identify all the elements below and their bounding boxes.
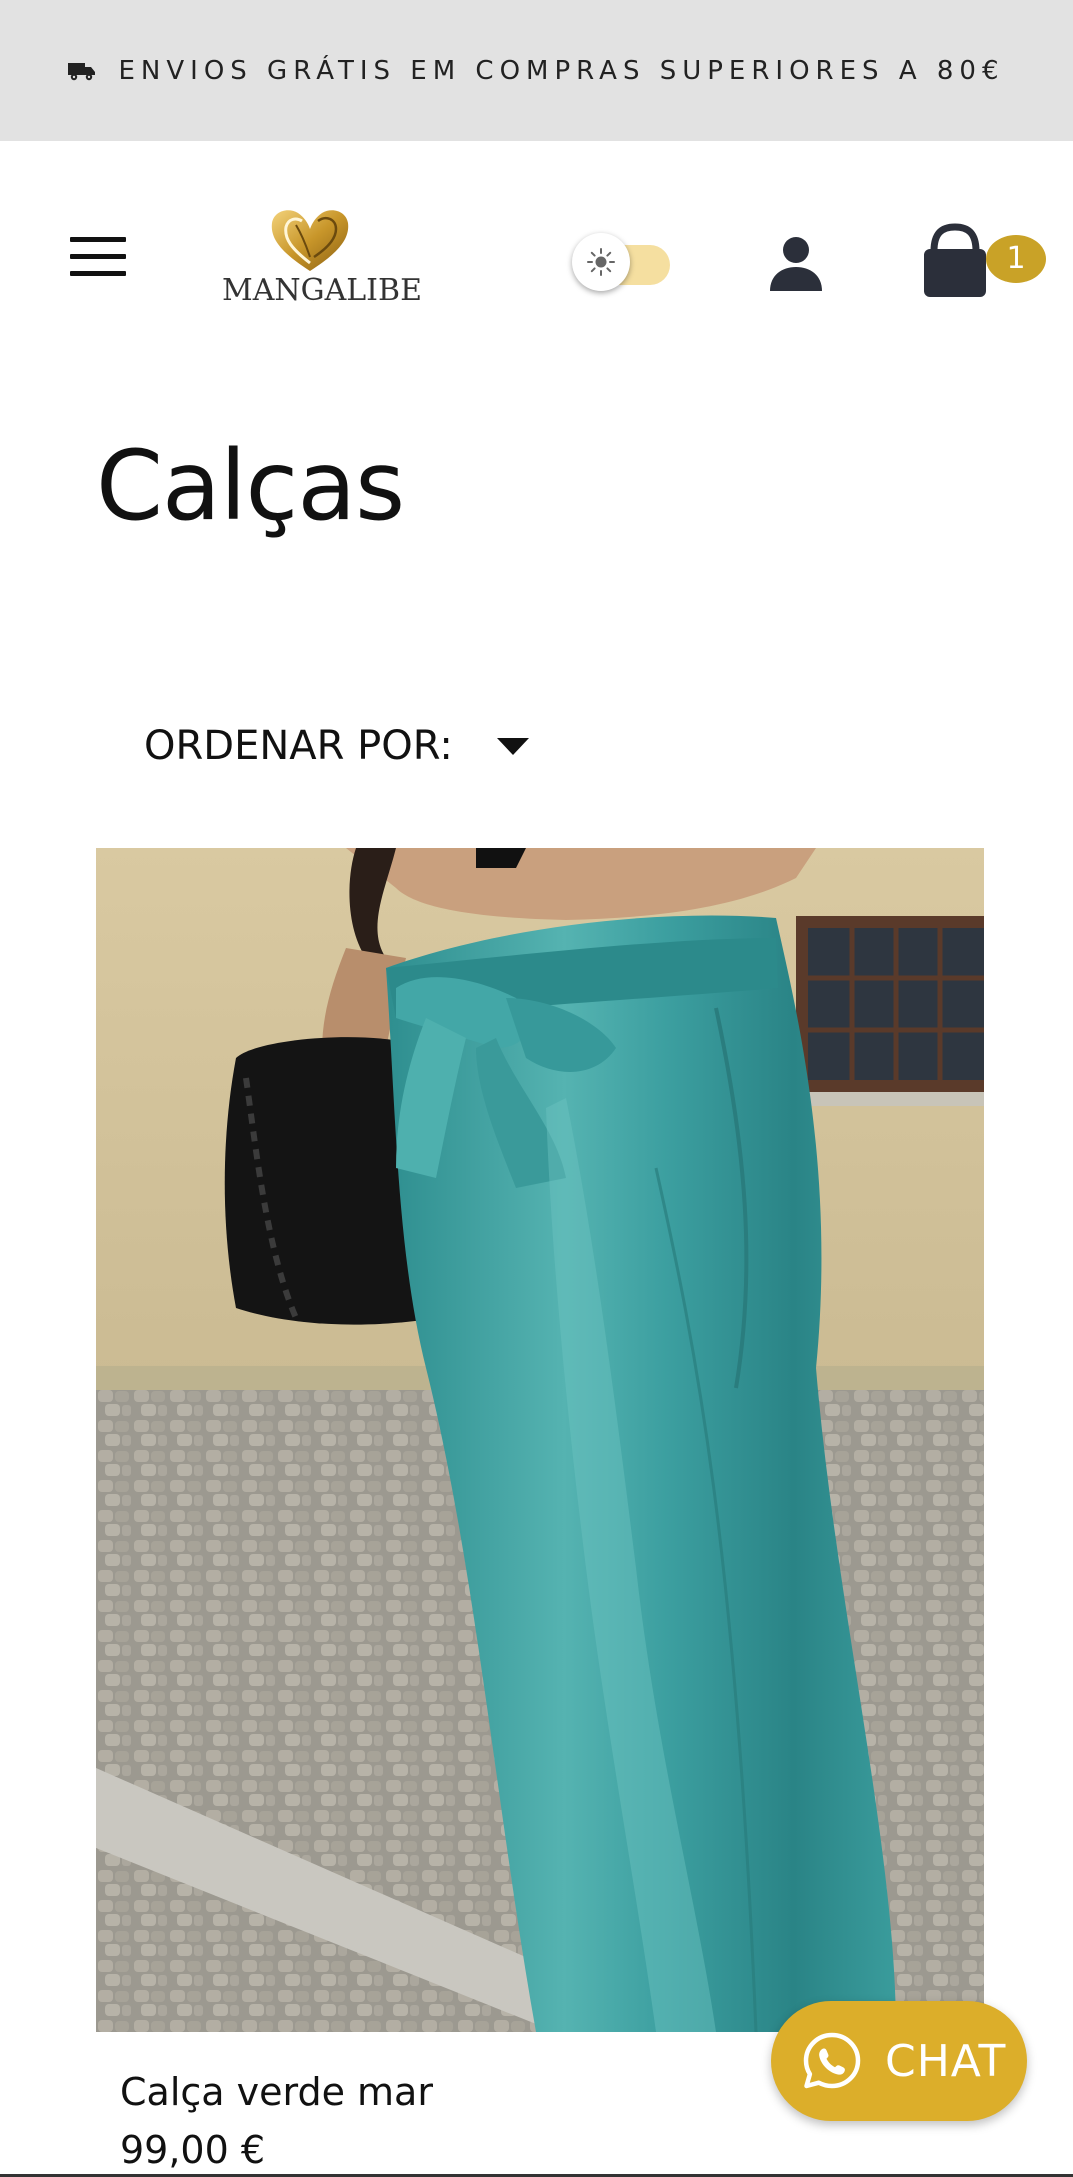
caret-down-icon <box>496 737 529 755</box>
user-icon[interactable] <box>766 233 826 293</box>
toggle-knob <box>572 233 630 291</box>
sort-label: ORDENAR POR: <box>144 723 453 769</box>
heart-logo-icon <box>271 210 349 271</box>
cart-button[interactable]: 1 <box>920 221 1046 301</box>
whatsapp-icon <box>803 2032 861 2089</box>
product-image[interactable] <box>96 848 984 2032</box>
theme-toggle[interactable] <box>572 233 676 291</box>
hamburger-menu-icon[interactable] <box>70 237 126 277</box>
promo-bar: ENVIOS GRÁTIS EM COMPRAS SUPERIORES A 80… <box>0 0 1073 141</box>
product-photo <box>96 848 984 2032</box>
product-name[interactable]: Calça verde mar <box>120 2070 433 2114</box>
sort-dropdown[interactable]: ORDENAR POR: <box>144 718 529 774</box>
promo-text: ENVIOS GRÁTIS EM COMPRAS SUPERIORES A 80… <box>118 55 1005 86</box>
logo-wordmark: MANGALIBE <box>222 273 422 308</box>
chat-label: CHAT <box>885 2035 1007 2087</box>
page-title: Calças <box>96 430 405 542</box>
site-header: MANGALIBE 1 <box>0 141 1073 381</box>
product-card[interactable]: Calça verde mar 99,00 € <box>96 848 984 2177</box>
cart-count-badge: 1 <box>986 235 1046 283</box>
chat-button[interactable]: CHAT <box>771 2001 1027 2121</box>
site-logo[interactable]: MANGALIBE <box>222 205 422 313</box>
truck-icon <box>68 62 96 80</box>
shopping-bag-icon <box>924 223 986 297</box>
sun-icon <box>587 248 615 276</box>
product-price: 99,00 € <box>120 2128 266 2172</box>
